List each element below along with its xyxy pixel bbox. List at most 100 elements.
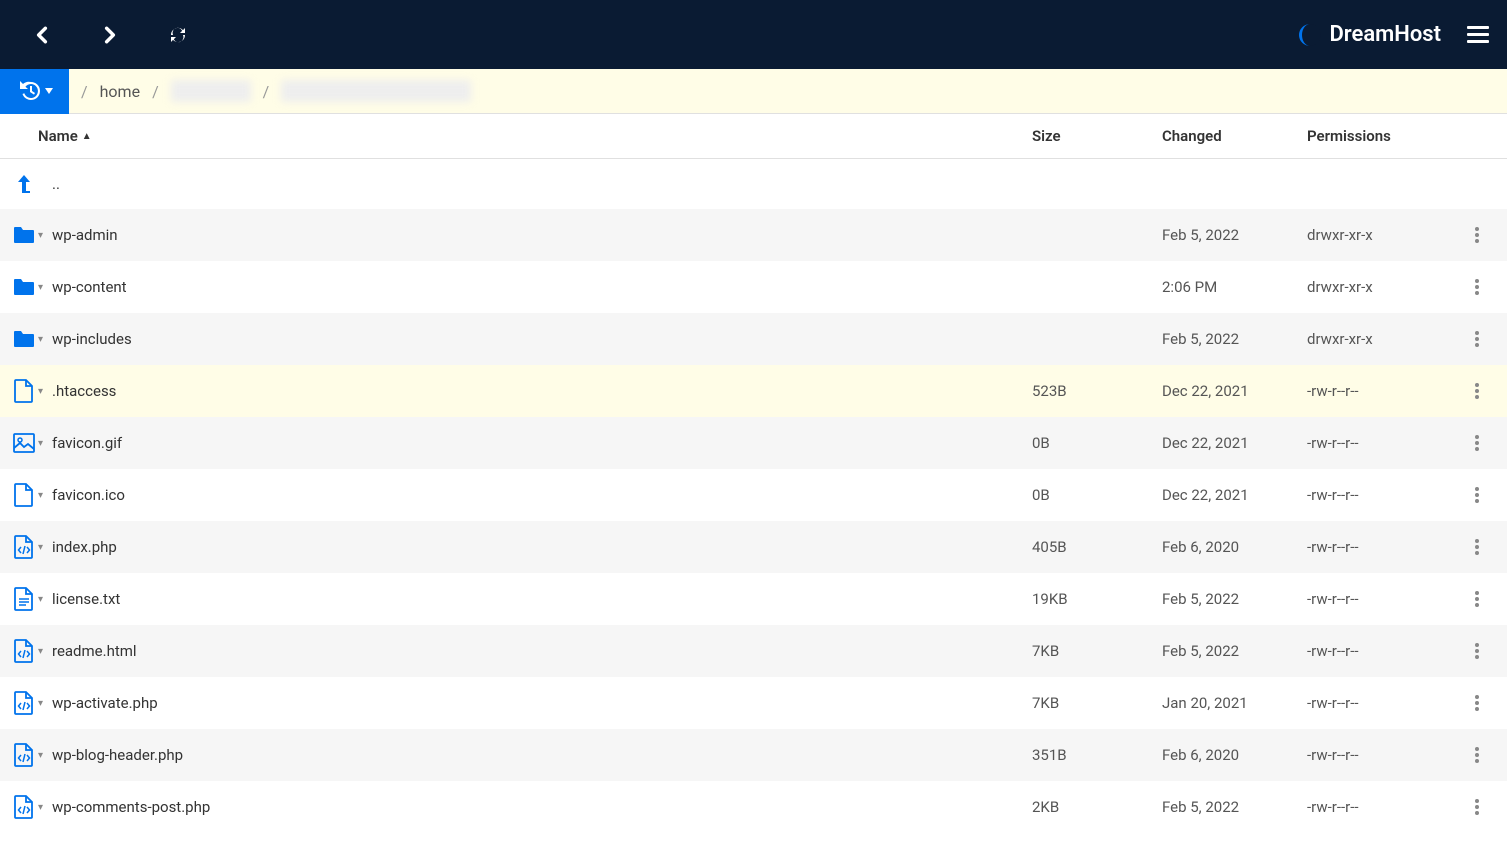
column-header-name-label: Name [38,127,78,145]
code-icon [10,743,38,767]
refresh-button[interactable] [160,17,196,53]
text-icon [10,587,38,611]
breadcrumb-separator: / [81,82,88,101]
kebab-icon [1475,435,1479,451]
row-caret-icon[interactable]: ▾ [38,698,52,709]
file-permissions: -rw-r--r-- [1307,798,1457,816]
code-icon [10,691,38,715]
file-name: favicon.gif [52,434,122,452]
row-menu-button[interactable] [1457,695,1497,711]
file-name: wp-includes [52,330,132,348]
row-caret-icon[interactable]: ▾ [38,334,52,345]
file-changed: Feb 6, 2020 [1162,538,1307,556]
refresh-icon [168,26,188,44]
file-row[interactable]: ▾wp-includesFeb 5, 2022drwxr-xr-x [0,313,1507,365]
code-icon [10,639,38,663]
topbar: DreamHost [0,0,1507,69]
file-row[interactable]: ▾wp-comments-post.php2KBFeb 5, 2022-rw-r… [0,781,1507,833]
column-header-size[interactable]: Size [1032,127,1162,145]
row-menu-button[interactable] [1457,643,1497,659]
row-menu-button[interactable] [1457,383,1497,399]
kebab-icon [1475,487,1479,503]
file-permissions: -rw-r--r-- [1307,486,1457,504]
row-caret-icon[interactable]: ▾ [38,542,52,553]
file-row[interactable]: ▾readme.html7KBFeb 5, 2022-rw-r--r-- [0,625,1507,677]
file-changed: Feb 6, 2020 [1162,746,1307,764]
parent-dir-row[interactable]: .. [0,159,1507,209]
kebab-icon [1475,227,1479,243]
file-name: readme.html [52,642,137,660]
breadcrumb-home[interactable]: home [100,82,140,101]
folder-icon [10,225,38,245]
file-permissions: drwxr-xr-x [1307,330,1457,348]
code-icon [10,535,38,559]
file-row[interactable]: ▾wp-content 2:06 PMdrwxr-xr-x [0,261,1507,313]
row-menu-button[interactable] [1457,227,1497,243]
file-changed: Dec 22, 2021 [1162,434,1307,452]
file-permissions: -rw-r--r-- [1307,694,1457,712]
file-name: wp-activate.php [52,694,158,712]
row-menu-button[interactable] [1457,539,1497,555]
kebab-icon [1475,695,1479,711]
breadcrumb-redacted [281,80,471,102]
row-caret-icon[interactable]: ▾ [38,646,52,657]
kebab-icon [1475,331,1479,347]
brand-logo: DreamHost [1299,22,1441,47]
file-row[interactable]: ▾favicon.ico0BDec 22, 2021-rw-r--r-- [0,469,1507,521]
file-permissions: -rw-r--r-- [1307,382,1457,400]
row-caret-icon[interactable]: ▾ [38,750,52,761]
hamburger-icon [1467,26,1489,44]
topbar-right: DreamHost [1299,20,1495,50]
row-caret-icon[interactable]: ▾ [38,282,52,293]
row-menu-button[interactable] [1457,331,1497,347]
file-name: wp-admin [52,226,118,244]
row-menu-button[interactable] [1457,799,1497,815]
file-permissions: drwxr-xr-x [1307,278,1457,296]
forward-button[interactable] [92,17,128,53]
file-row[interactable]: ▾wp-adminFeb 5, 2022drwxr-xr-x [0,209,1507,261]
row-menu-button[interactable] [1457,487,1497,503]
brand-mark-icon [1299,24,1321,46]
file-name: license.txt [52,590,120,608]
file-size: 7KB [1032,642,1162,660]
column-header-name[interactable]: Name ▲ [10,127,1032,145]
row-caret-icon[interactable]: ▾ [38,438,52,449]
file-row[interactable]: ▾favicon.gif0BDec 22, 2021-rw-r--r-- [0,417,1507,469]
row-caret-icon[interactable]: ▾ [38,230,52,241]
chevron-left-icon [35,26,49,44]
file-row[interactable]: ▾index.php405BFeb 6, 2020-rw-r--r-- [0,521,1507,573]
column-header-changed[interactable]: Changed [1162,127,1307,145]
file-size: 2KB [1032,798,1162,816]
file-name: wp-content [52,278,127,296]
row-menu-button[interactable] [1457,279,1497,295]
file-name: index.php [52,538,117,556]
file-size: 523B [1032,382,1162,400]
file-list: .. ▾wp-adminFeb 5, 2022drwxr-xr-x▾wp-con… [0,159,1507,833]
file-size: 7KB [1032,694,1162,712]
kebab-icon [1475,591,1479,607]
row-menu-button[interactable] [1457,747,1497,763]
row-menu-button[interactable] [1457,591,1497,607]
file-row[interactable]: ▾license.txt19KBFeb 5, 2022-rw-r--r-- [0,573,1507,625]
kebab-icon [1475,643,1479,659]
kebab-icon [1475,539,1479,555]
file-permissions: -rw-r--r-- [1307,590,1457,608]
menu-button[interactable] [1461,20,1495,50]
file-icon [10,483,38,507]
row-menu-button[interactable] [1457,435,1497,451]
file-row[interactable]: ▾.htaccess523BDec 22, 2021-rw-r--r-- [0,365,1507,417]
file-changed: Jan 20, 2021 [1162,694,1307,712]
column-header-permissions[interactable]: Permissions [1307,127,1457,145]
file-row[interactable]: ▾wp-activate.php 7KBJan 20, 2021-rw-r--r-… [0,677,1507,729]
kebab-icon [1475,279,1479,295]
row-caret-icon[interactable]: ▾ [38,386,52,397]
row-caret-icon[interactable]: ▾ [38,802,52,813]
file-changed: Feb 5, 2022 [1162,590,1307,608]
history-button[interactable] [0,69,69,114]
file-row[interactable]: ▾wp-blog-header.php351BFeb 6, 2020-rw-r-… [0,729,1507,781]
file-changed: 2:06 PM [1162,278,1307,296]
row-caret-icon[interactable]: ▾ [38,490,52,501]
back-button[interactable] [24,17,60,53]
row-caret-icon[interactable]: ▾ [38,594,52,605]
breadcrumb-bar: / home / / [0,69,1507,114]
